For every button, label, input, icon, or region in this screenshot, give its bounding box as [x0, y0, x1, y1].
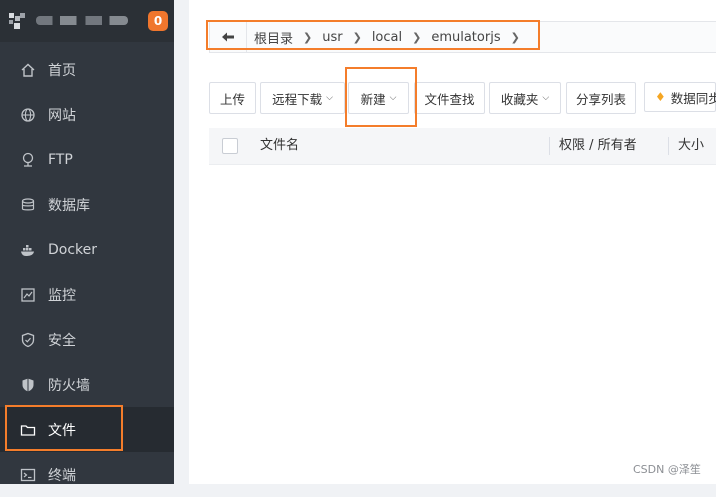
database-icon — [20, 197, 36, 213]
sidebar-item-security[interactable]: 安全 — [0, 317, 174, 362]
share-list-button[interactable]: 分享列表 — [566, 82, 636, 114]
sidebar-item-label: 首页 — [48, 62, 76, 79]
column-header-size[interactable]: 大小 — [678, 128, 704, 164]
sidebar-item-terminal[interactable]: 终端 — [0, 452, 174, 497]
docker-icon — [20, 242, 36, 258]
favorites-button[interactable]: 收藏夹 ⌵ — [489, 82, 561, 114]
sidebar-item-label: 网站 — [48, 107, 76, 124]
sidebar-item-monitor[interactable]: 监控 — [0, 272, 174, 317]
favorites-label: 收藏夹 — [500, 91, 539, 107]
files-highlight-box — [5, 405, 123, 451]
column-divider — [668, 137, 669, 155]
chevron-down-icon: ⌵ — [542, 93, 550, 103]
sidebar-item-label: Docker — [48, 241, 98, 258]
globe-icon — [20, 107, 36, 123]
home-icon — [20, 62, 36, 78]
sidebar-item-home[interactable]: 首页 — [0, 47, 174, 92]
sidebar-item-ftp[interactable]: FTP — [0, 137, 174, 182]
shield-icon — [20, 332, 36, 348]
logo-icon — [9, 13, 25, 29]
sidebar-item-docker[interactable]: Docker — [0, 227, 174, 272]
chevron-down-icon: ⌵ — [326, 93, 333, 103]
file-table-header: 文件名 权限 / 所有者 大小 — [209, 128, 716, 165]
ftp-icon — [20, 152, 36, 168]
sidebar-item-label: 防火墙 — [48, 377, 90, 394]
file-search-label: 文件查找 — [424, 91, 475, 107]
notification-badge[interactable]: 0 — [148, 11, 168, 31]
upload-button[interactable]: 上传 — [209, 82, 256, 114]
sidebar-item-firewall[interactable]: 防火墙 — [0, 362, 174, 407]
share-list-label: 分享列表 — [575, 91, 626, 107]
diamond-icon: ♦ — [655, 90, 666, 104]
column-divider — [549, 137, 550, 155]
sidebar-item-label: 终端 — [48, 467, 76, 484]
select-all-checkbox[interactable] — [222, 138, 238, 154]
sidebar-item-label: FTP — [48, 151, 73, 168]
data-sync-label: 数据同步 — [670, 90, 716, 106]
server-name-blurred — [36, 16, 128, 25]
remote-download-label: 远程下载 — [272, 91, 323, 107]
sidebar-item-database[interactable]: 数据库 — [0, 182, 174, 227]
upload-label: 上传 — [219, 91, 245, 107]
breadcrumb-highlight-box — [206, 20, 540, 50]
watermark: CSDN @泽笙 — [633, 463, 701, 476]
sidebar-item-website[interactable]: 网站 — [0, 92, 174, 137]
monitor-icon — [20, 287, 36, 303]
remote-download-button[interactable]: 远程下载 ⌵ — [260, 82, 345, 114]
firewall-icon — [20, 377, 36, 393]
sidebar-item-label: 数据库 — [48, 197, 90, 214]
column-header-permissions[interactable]: 权限 / 所有者 — [559, 128, 637, 164]
column-header-filename[interactable]: 文件名 — [260, 128, 299, 164]
sidebar-item-label: 安全 — [48, 332, 76, 349]
new-button-highlight-box — [345, 67, 417, 127]
file-search-button[interactable]: 文件查找 — [414, 82, 485, 114]
terminal-icon — [20, 467, 36, 483]
sidebar-item-label: 监控 — [48, 287, 76, 304]
file-manager-panel: 根目录 ❯ usr ❯ local ❯ emulatorjs ❯ 上传 远程下载… — [189, 0, 716, 484]
logo-area: 0 — [0, 0, 174, 42]
data-sync-button[interactable]: ♦ 数据同步 — [644, 82, 716, 112]
